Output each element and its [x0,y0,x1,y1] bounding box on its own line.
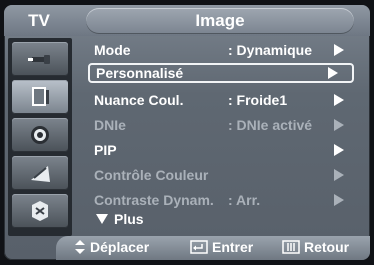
return-icon [282,240,300,254]
menu-title-pill: Image [86,8,354,34]
chevron-right-icon [328,67,338,79]
hint-move-label: Déplacer [90,239,150,255]
menu-row-value: : Froide1 [228,91,288,108]
menu-row-pip[interactable]: PIP [84,138,354,161]
more-label: Plus [114,211,144,227]
menu-row-label: PIP [94,141,117,158]
hint-enter: Entrer [190,239,253,255]
enter-icon [190,240,208,254]
menu-row-personnalise[interactable]: Personnalisé [88,63,354,83]
menu-row-controle-couleur: Contrôle Couleur [84,163,354,186]
sidebar-item-sound[interactable] [12,118,68,152]
menu-row-mode[interactable]: Mode : Dynamique [84,38,354,61]
sidebar-item-channel[interactable] [12,156,68,190]
hint-enter-label: Entrer [212,239,254,255]
speaker-icon [31,126,49,144]
picture-icon [32,87,49,106]
menu-row-value: : Arr. [228,191,261,208]
menu-row-contraste-dynam: Contraste Dynam. : Arr. [84,188,354,211]
up-down-arrows-icon [74,240,86,254]
menu-content: Mode : Dynamique Personnalisé Nuance Cou… [84,38,364,236]
satellite-dish-icon [31,166,50,182]
chevron-right-icon [334,143,344,156]
setup-icon [32,201,48,221]
chevron-right-icon [334,168,344,181]
chevron-down-icon [96,214,108,224]
chevron-right-icon [334,193,344,206]
hint-move: Déplacer [74,239,149,255]
menu-row-label: Contrôle Couleur [94,166,209,183]
more-button[interactable]: Plus [96,211,144,227]
hint-return-label: Retour [304,239,350,255]
menu-row-label: Personnalisé [96,65,184,81]
chevron-right-icon [334,43,344,56]
sidebar-item-picture[interactable] [12,80,68,114]
menu-row-value: : DNIe activé [228,116,313,133]
tv-screen: TV Image Mode: Dynamique Personnalisé N… [0,0,374,265]
menu-row-value: : Dynamique [228,41,313,58]
chevron-right-icon [334,93,344,106]
menu-row-label: Contraste Dynam. [94,191,214,208]
chevron-right-icon [334,118,344,131]
menu-title: Image [195,11,245,30]
hint-return: Retour [282,239,349,255]
category-sidebar [8,38,72,236]
menu-row-label: Nuance Coul. [94,91,184,108]
menu-row-nuance-coul[interactable]: Nuance Coul. : Froide1 [84,88,354,111]
tv-source-label: TV [28,10,50,30]
menu-row-dnie: DNIe : DNIe activé [84,113,354,136]
menu-row-label: DNIe [94,116,126,133]
menu-row-label: Mode [94,41,131,58]
sidebar-item-input[interactable] [12,42,68,76]
input-plug-icon [28,55,50,64]
help-bar: Déplacer Entrer Retour [56,236,370,260]
sidebar-item-setup[interactable] [12,194,68,228]
